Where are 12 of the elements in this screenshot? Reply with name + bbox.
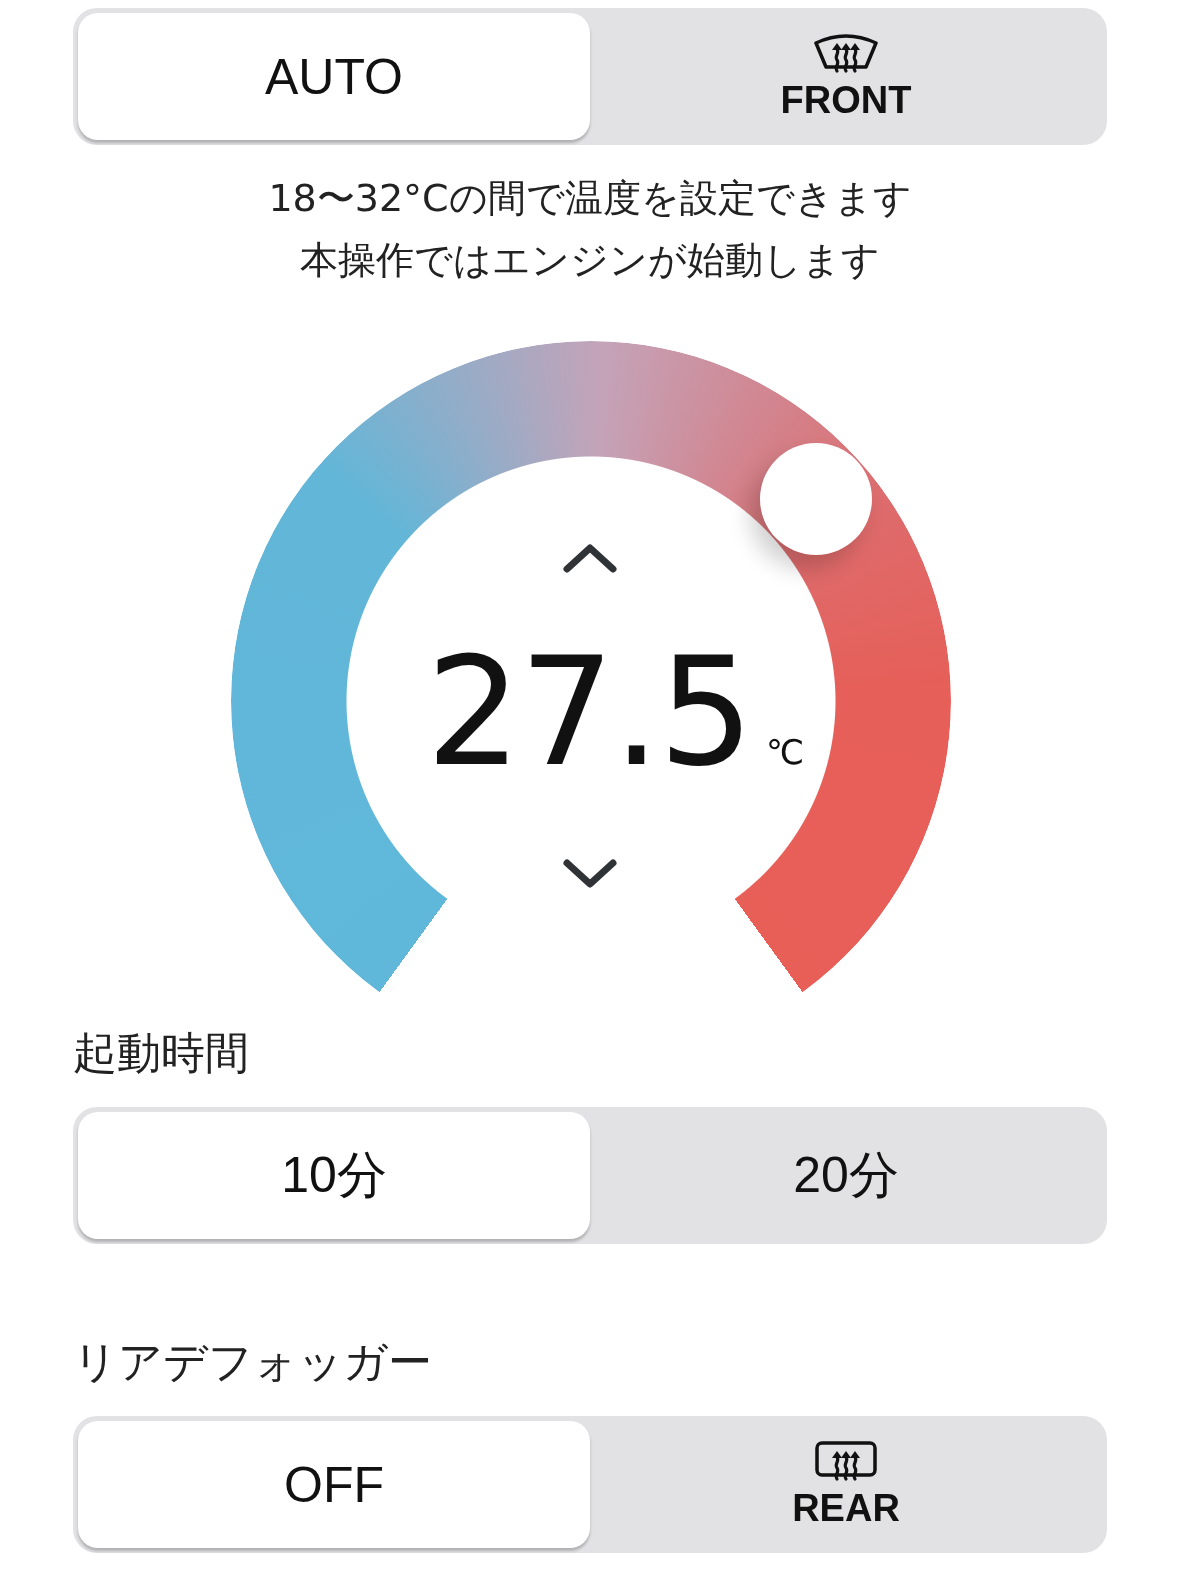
option-button[interactable]: AUTO xyxy=(78,13,590,140)
section-label: 起動時間 xyxy=(73,1026,249,1080)
option-button[interactable]: OFF xyxy=(78,1421,590,1548)
info-text: 18〜32°Cの間で温度を設定できます xyxy=(268,175,912,222)
section-label: リアデフォッガー xyxy=(73,1335,432,1389)
option-button[interactable]: 10分 xyxy=(78,1112,590,1239)
option-button[interactable]: FRONT xyxy=(590,13,1102,140)
temperature-value: 27.5 xyxy=(425,647,752,777)
option-button[interactable]: 20分 xyxy=(590,1112,1102,1239)
temperature-unit: ℃ xyxy=(765,732,805,772)
option-button[interactable]: REAR xyxy=(590,1421,1102,1548)
info-text: 本操作ではエンジンが始動します xyxy=(300,237,880,284)
